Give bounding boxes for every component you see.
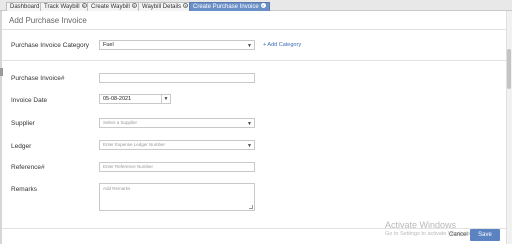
ledger-label: Ledger: [11, 143, 32, 150]
reference-placeholder: Enter Reference Number: [103, 164, 154, 169]
section-divider: [2, 60, 506, 61]
remarks-placeholder: Add Remarks: [103, 186, 131, 191]
category-value: Fuel: [103, 42, 114, 48]
ledger-select[interactable]: Enter Expense Ledger Number ▼: [99, 140, 255, 150]
date-dropdown-button[interactable]: ▼: [161, 94, 171, 104]
left-edge-handle[interactable]: [0, 68, 3, 76]
caret-down-icon: ▼: [247, 143, 252, 149]
resize-handle-icon[interactable]: [249, 205, 253, 209]
ledger-placeholder: Enter Expense Ledger Number: [103, 142, 166, 147]
caret-down-icon: ▼: [247, 121, 252, 127]
scrollbar[interactable]: [506, 11, 512, 244]
supplier-select[interactable]: Select a Supplier ▼: [99, 118, 255, 128]
save-button[interactable]: Save: [470, 229, 500, 241]
category-label: Purchase Invoice Category: [11, 42, 90, 49]
form-header: Add Purchase Invoice: [2, 11, 506, 30]
tab-label: Create Purchase Invoice: [193, 4, 259, 10]
close-icon[interactable]: ×: [81, 3, 87, 8]
close-icon[interactable]: ×: [183, 3, 189, 8]
invoice-number-label: Purchase Invoice#: [11, 75, 65, 82]
reference-input[interactable]: Enter Reference Number: [99, 162, 255, 172]
watermark-title: Activate Windows: [385, 220, 457, 230]
tab-dashboard[interactable]: Dashboard: [6, 2, 44, 11]
supplier-label: Supplier: [11, 120, 35, 127]
tab-create-waybill[interactable]: Create Waybill ×: [87, 2, 141, 11]
tab-waybill-details[interactable]: Waybill Details ×: [138, 2, 193, 11]
remarks-label: Remarks: [11, 186, 38, 193]
tab-track-waybill[interactable]: Track Waybill ×: [40, 2, 91, 11]
close-icon[interactable]: ×: [260, 3, 266, 8]
invoice-date-label: Invoice Date: [11, 97, 48, 104]
close-icon[interactable]: ×: [131, 3, 137, 8]
invoice-date-input[interactable]: 05-08-2021: [99, 94, 162, 104]
caret-down-icon: ▼: [247, 43, 252, 49]
add-category-link[interactable]: + Add Category: [263, 42, 301, 48]
tab-label: Dashboard: [10, 4, 40, 10]
remarks-textarea[interactable]: Add Remarks: [99, 183, 255, 211]
left-edge-bar: [0, 11, 2, 244]
invoice-date-value: 05-08-2021: [103, 96, 132, 102]
page-title: Add Purchase Invoice: [9, 16, 87, 25]
tab-create-purchase-invoice[interactable]: Create Purchase Invoice ×: [189, 2, 270, 11]
tab-label: Waybill Details: [142, 4, 182, 10]
tab-label: Track Waybill: [44, 4, 80, 10]
caret-down-icon: ▼: [163, 96, 169, 102]
cancel-button[interactable]: Cancel: [449, 232, 468, 238]
reference-label: Reference#: [11, 164, 45, 171]
supplier-placeholder: Select a Supplier: [103, 120, 138, 125]
category-select[interactable]: Fuel ▼: [99, 40, 255, 50]
tab-label: Create Waybill: [91, 4, 130, 10]
scrollbar-thumb[interactable]: [507, 49, 511, 89]
tab-bar: Dashboard Track Waybill × Create Waybill ×…: [0, 0, 512, 11]
invoice-number-input[interactable]: [99, 73, 255, 83]
